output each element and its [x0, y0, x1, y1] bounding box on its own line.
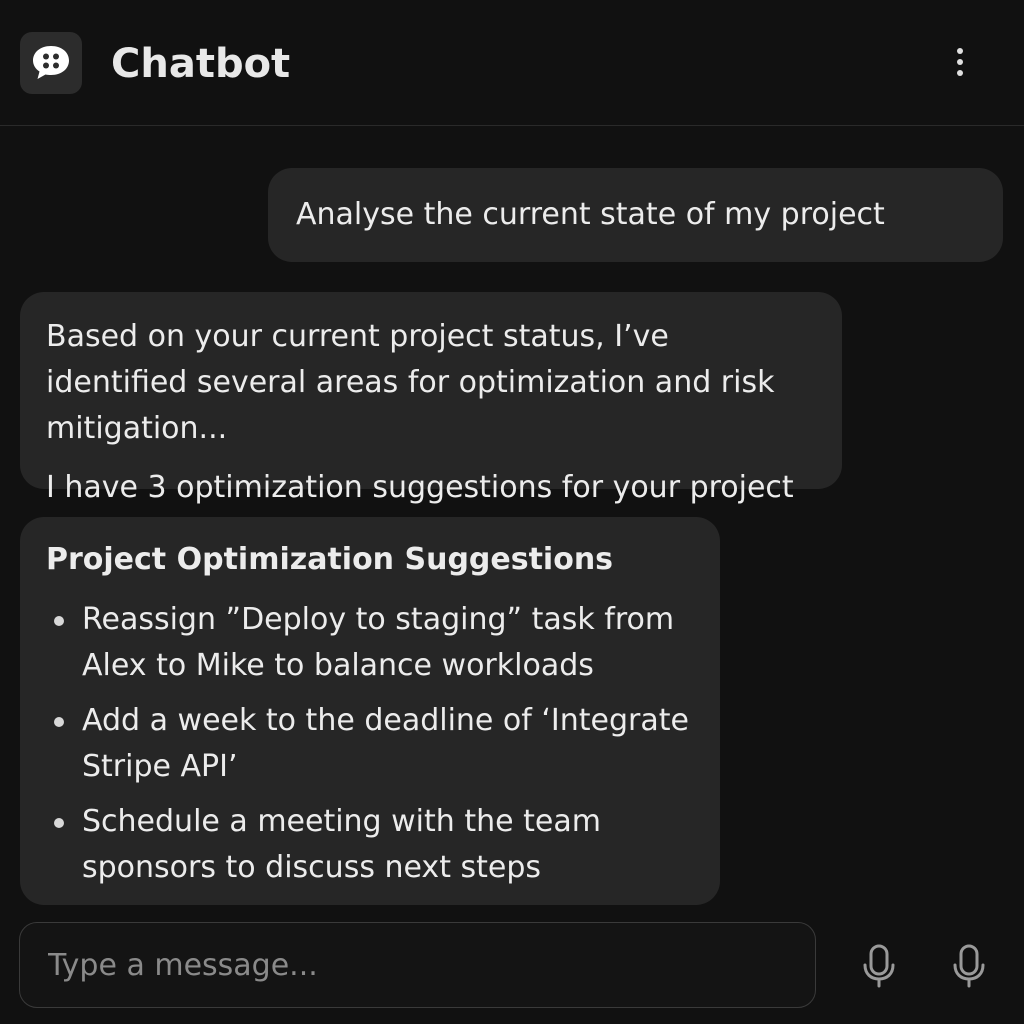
- card-title: Project Optimization Suggestions: [46, 542, 614, 577]
- microphone-icon[interactable]: [851, 938, 907, 994]
- bullet-icon: [54, 717, 64, 727]
- suggestions-card: Project Optimization Suggestions Reassig…: [20, 517, 720, 905]
- list-item: Add a week to the deadline of ‘Integrate…: [46, 698, 694, 790]
- user-message: Analyse the current state of my project: [268, 168, 1003, 262]
- list-item-text: Reassign ”Deploy to staging” task from A…: [82, 602, 675, 683]
- list-item: Schedule a meeting with the team sponsor…: [46, 799, 694, 891]
- bot-message-paragraph: I have 3 optimization suggestions for yo…: [46, 470, 794, 505]
- user-message-text: Analyse the current state of my project: [296, 197, 885, 232]
- message-input-container[interactable]: [19, 922, 816, 1008]
- bot-message: Based on your current project status, I’…: [20, 292, 842, 505]
- chat-app: Chatbot Analyse the current state of my …: [0, 0, 1024, 1024]
- bullet-icon: [54, 818, 64, 828]
- bot-message-paragraph: Based on your current project status, I’…: [46, 319, 775, 446]
- more-vertical-icon[interactable]: [944, 44, 976, 80]
- list-item: Reassign ”Deploy to staging” task from A…: [46, 597, 694, 689]
- chat-bubble-icon: [20, 32, 82, 94]
- app-title: Chatbot: [111, 41, 291, 87]
- list-item-text: Schedule a meeting with the team sponsor…: [82, 804, 601, 885]
- message-input[interactable]: [46, 946, 789, 984]
- bullet-icon: [54, 616, 64, 626]
- microphone-icon[interactable]: [941, 938, 997, 994]
- suggestions-list: Reassign ”Deploy to staging” task from A…: [46, 597, 694, 891]
- app-header: Chatbot: [0, 0, 1024, 126]
- list-item-text: Add a week to the deadline of ‘Integrate…: [82, 703, 689, 784]
